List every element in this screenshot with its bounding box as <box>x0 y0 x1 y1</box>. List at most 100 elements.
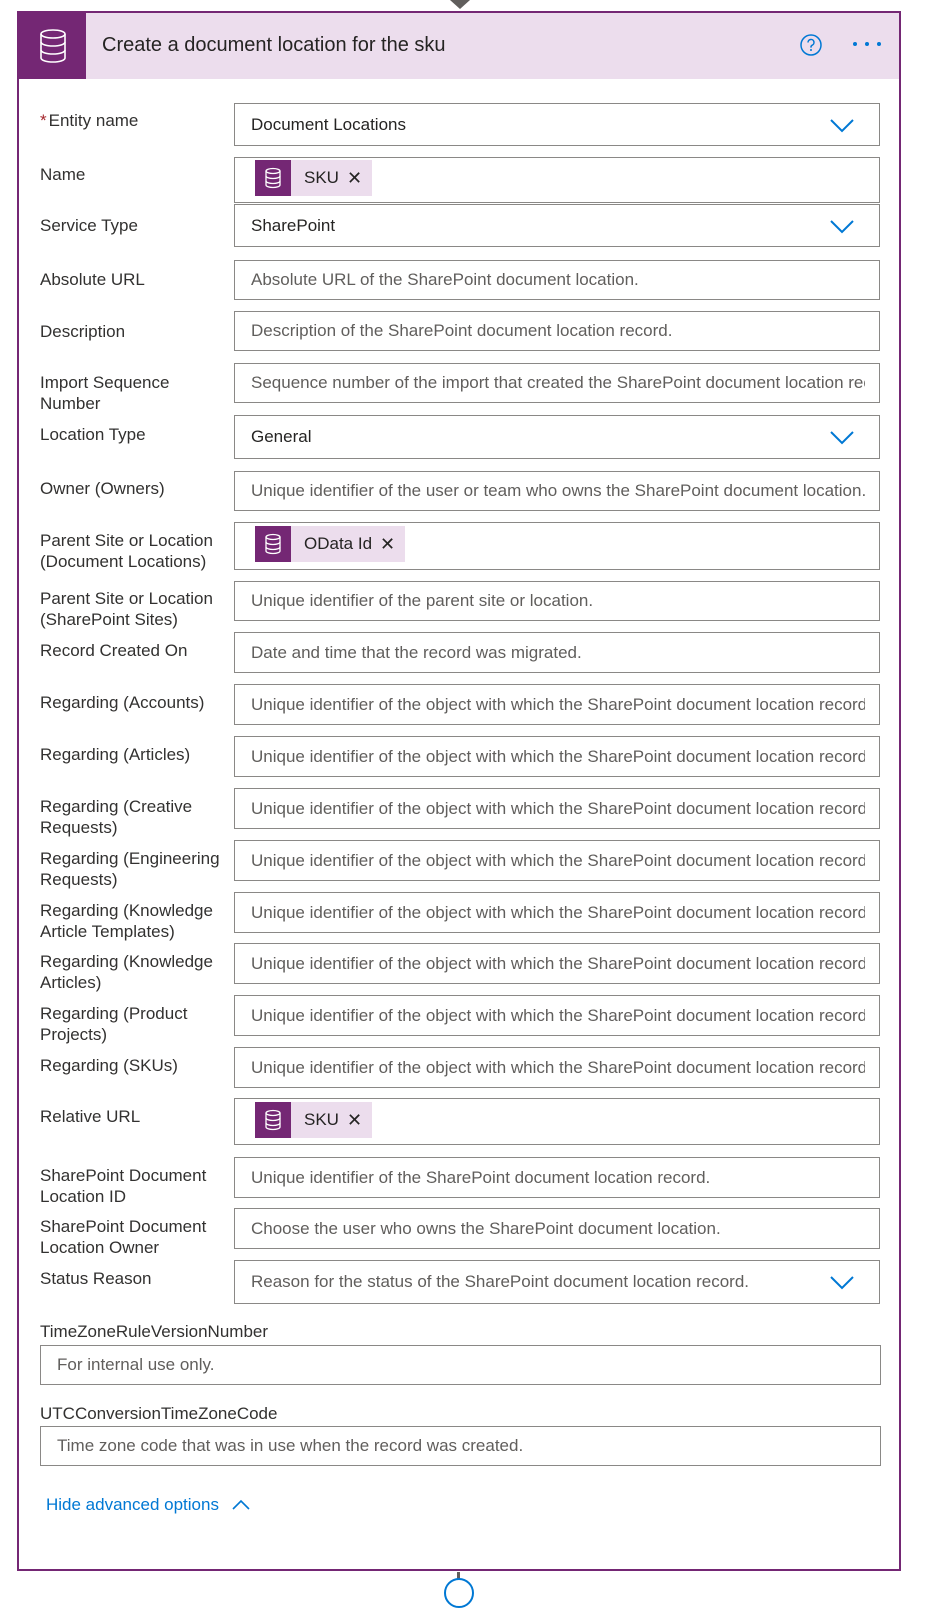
owner-placeholder: Unique identifier of the user or team wh… <box>251 481 865 500</box>
entity-name-value: Document Locations <box>251 114 406 134</box>
remove-token-icon[interactable]: ✕ <box>345 1110 372 1131</box>
sp-doc-location-owner-input[interactable]: Choose the user who owns the SharePoint … <box>234 1208 880 1249</box>
description-placeholder: Description of the SharePoint document l… <box>251 321 673 340</box>
regarding-ka-placeholder: Unique identifier of the object with whi… <box>251 953 865 973</box>
regarding-creative-label: Regarding (Creative Requests) <box>40 797 193 837</box>
help-circle-icon[interactable] <box>800 34 822 56</box>
regarding-creative-input[interactable]: Unique identifier of the object with whi… <box>234 788 880 829</box>
action-card: Create a document location for the sku *… <box>17 11 901 1571</box>
owner-input[interactable]: Unique identifier of the user or team wh… <box>234 471 880 511</box>
location-type-label: Location Type <box>40 425 146 444</box>
regarding-ka-input[interactable]: Unique identifier of the object with whi… <box>234 943 880 984</box>
entity-name-label: * Entity name <box>40 110 230 131</box>
token-label: SKU <box>304 168 339 187</box>
status-reason-placeholder: Reason for the status of the SharePoint … <box>251 1272 750 1291</box>
status-reason-dropdown[interactable]: Reason for the status of the SharePoint … <box>234 1260 880 1304</box>
dynamic-token[interactable]: OData Id ✕ <box>255 526 406 562</box>
chevron-down-icon <box>830 1276 854 1290</box>
regarding-accounts-placeholder: Unique identifier of the object with whi… <box>251 694 865 714</box>
name-field[interactable]: SKU ✕ <box>234 157 880 203</box>
regarding-product-projects-input[interactable]: Unique identifier of the object with whi… <box>234 995 880 1036</box>
parent-sp-sites-placeholder: Unique identifier of the parent site or … <box>251 591 594 610</box>
parent-sp-sites-input[interactable]: Unique identifier of the parent site or … <box>234 581 880 621</box>
dynamic-token[interactable]: SKU ✕ <box>255 160 373 196</box>
regarding-ka-templates-placeholder: Unique identifier of the object with whi… <box>251 902 865 922</box>
required-mark: * <box>40 111 47 130</box>
flow-arrow-icon <box>450 0 470 9</box>
status-reason-label: Status Reason <box>40 1269 152 1288</box>
tz-rule-version-label: TimeZoneRuleVersionNumber <box>40 1322 269 1341</box>
hide-advanced-options-link[interactable]: Hide advanced options <box>46 1495 251 1515</box>
regarding-ka-label: Regarding (Knowledge Articles) <box>40 952 213 992</box>
regarding-articles-label: Regarding (Articles) <box>40 745 191 764</box>
database-icon <box>255 526 291 562</box>
record-created-input[interactable]: Date and time that the record was migrat… <box>234 632 880 673</box>
card-title: Create a document location for the sku <box>102 34 446 56</box>
description-input[interactable]: Description of the SharePoint document l… <box>234 311 880 351</box>
utc-conversion-input[interactable]: Time zone code that was in use when the … <box>40 1426 881 1466</box>
sp-doc-location-id-input[interactable]: Unique identifier of the SharePoint docu… <box>234 1157 880 1198</box>
parent-doc-locations-field[interactable]: OData Id ✕ <box>234 522 880 570</box>
sp-doc-location-id-label: SharePoint Document Location ID <box>40 1166 207 1206</box>
service-type-dropdown[interactable]: SharePoint <box>234 204 880 247</box>
service-type-value: SharePoint <box>251 215 336 235</box>
import-sequence-input[interactable]: Sequence number of the import that creat… <box>234 363 880 403</box>
regarding-skus-placeholder: Unique identifier of the object with whi… <box>251 1057 865 1077</box>
chevron-up-icon <box>232 1499 250 1510</box>
chevron-down-icon <box>830 431 854 445</box>
absolute-url-placeholder: Absolute URL of the SharePoint document … <box>251 270 639 289</box>
database-icon <box>255 1102 291 1138</box>
remove-token-icon[interactable]: ✕ <box>345 168 372 189</box>
add-step-icon[interactable] <box>444 1578 474 1608</box>
entity-name-label-text: Entity name <box>48 111 139 130</box>
entity-name-dropdown[interactable]: Document Locations <box>234 103 880 146</box>
regarding-product-projects-label: Regarding (Product Projects) <box>40 1004 188 1044</box>
regarding-ka-templates-label: Regarding (Knowledge Article Templates) <box>40 901 213 941</box>
utc-conversion-label: UTCConversionTimeZoneCode <box>40 1404 278 1423</box>
regarding-articles-placeholder: Unique identifier of the object with whi… <box>251 746 865 766</box>
chevron-down-icon <box>830 118 854 132</box>
card-header[interactable]: Create a document location for the sku <box>19 13 899 79</box>
database-icon <box>255 160 291 196</box>
regarding-engineering-input[interactable]: Unique identifier of the object with whi… <box>234 840 880 881</box>
regarding-product-projects-placeholder: Unique identifier of the object with whi… <box>251 1005 865 1025</box>
parent-sp-sites-label: Parent Site or Location (SharePoint Site… <box>40 589 213 629</box>
relative-url-label: Relative URL <box>40 1107 141 1126</box>
record-created-label: Record Created On <box>40 641 188 660</box>
absolute-url-input[interactable]: Absolute URL of the SharePoint document … <box>234 260 880 300</box>
remove-token-icon[interactable]: ✕ <box>378 534 405 555</box>
regarding-skus-label: Regarding (SKUs) <box>40 1056 178 1075</box>
parent-doc-locations-label: Parent Site or Location (Document Locati… <box>40 531 213 571</box>
hide-advanced-options-label: Hide advanced options <box>46 1495 219 1514</box>
regarding-accounts-input[interactable]: Unique identifier of the object with whi… <box>234 684 880 725</box>
relative-url-field[interactable]: SKU ✕ <box>234 1098 880 1145</box>
sp-doc-location-id-placeholder: Unique identifier of the SharePoint docu… <box>251 1167 711 1187</box>
token-label: OData Id <box>304 534 373 553</box>
regarding-creative-placeholder: Unique identifier of the object with whi… <box>251 798 865 818</box>
description-label: Description <box>40 322 126 341</box>
import-sequence-placeholder: Sequence number of the import that creat… <box>251 373 865 392</box>
regarding-accounts-label: Regarding (Accounts) <box>40 693 205 712</box>
regarding-engineering-label: Regarding (Engineering Requests) <box>40 849 220 889</box>
regarding-skus-input[interactable]: Unique identifier of the object with whi… <box>234 1047 880 1088</box>
dynamic-token[interactable]: SKU ✕ <box>255 1102 373 1138</box>
token-label: SKU <box>304 1110 339 1129</box>
owner-label: Owner (Owners) <box>40 479 165 498</box>
utc-conversion-placeholder: Time zone code that was in use when the … <box>57 1436 524 1455</box>
more-icon[interactable] <box>851 36 883 52</box>
sp-doc-location-owner-label: SharePoint Document Location Owner <box>40 1217 207 1257</box>
record-created-placeholder: Date and time that the record was migrat… <box>251 642 582 662</box>
tz-rule-version-input[interactable]: For internal use only. <box>40 1345 881 1385</box>
import-sequence-label: Import Sequence Number <box>40 373 170 413</box>
tz-rule-version-placeholder: For internal use only. <box>57 1355 215 1374</box>
regarding-articles-input[interactable]: Unique identifier of the object with whi… <box>234 736 880 777</box>
location-type-value: General <box>251 427 312 446</box>
service-type-label: Service Type <box>40 216 138 235</box>
absolute-url-label: Absolute URL <box>40 270 145 289</box>
chevron-down-icon <box>830 219 854 233</box>
database-icon <box>19 13 86 79</box>
regarding-ka-templates-input[interactable]: Unique identifier of the object with whi… <box>234 892 880 933</box>
location-type-dropdown[interactable]: General <box>234 415 880 459</box>
sp-doc-location-owner-placeholder: Choose the user who owns the SharePoint … <box>251 1218 721 1238</box>
name-label: Name <box>40 165 86 184</box>
